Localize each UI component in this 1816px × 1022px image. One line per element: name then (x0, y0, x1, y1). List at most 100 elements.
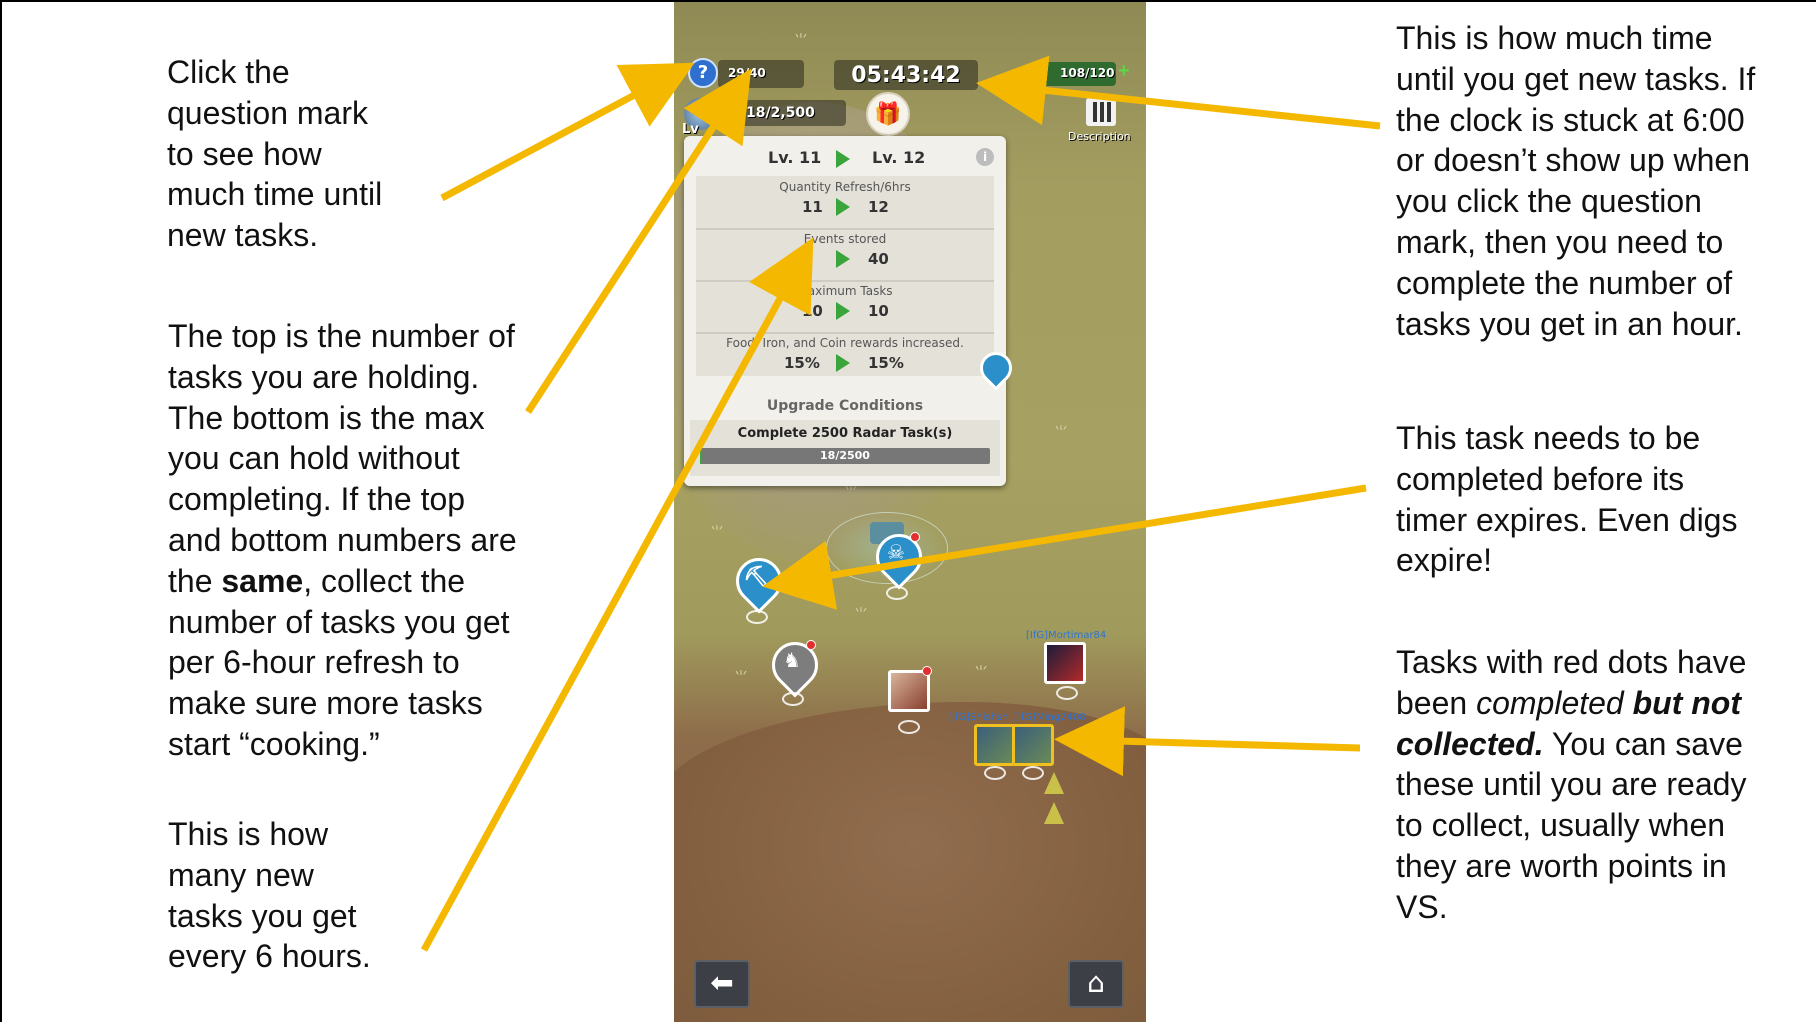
annotation-line: collected. You can save (1396, 724, 1746, 765)
annotation-question-mark: Click the question mark to see how much … (167, 52, 382, 256)
player-task-card[interactable] (974, 724, 1016, 766)
pin-ring (1056, 686, 1078, 700)
annotation-italic-text: completed (1476, 684, 1624, 721)
energy-counter: 108/120 (1060, 66, 1115, 80)
annotation-line: complete the number of (1396, 264, 1733, 301)
question-mark-button[interactable]: ? (688, 58, 718, 88)
annotation-line: they are worth points in (1396, 847, 1727, 884)
annotation-red-dots: Tasks with red dots have been completed … (1396, 642, 1746, 928)
annotation-new-tasks: This is how many new tasks you get every… (168, 814, 371, 977)
stat-from: 10 (802, 302, 823, 320)
plus-icon[interactable]: + (1118, 60, 1130, 83)
annotation-bold-italic-text: collected. (1396, 725, 1544, 762)
annotation-line: been completed but not (1396, 683, 1746, 724)
shrub-decoration: ⺌ (710, 524, 724, 540)
radar-progress-text: 18/2,500 (746, 105, 815, 121)
arrow-right-icon (836, 354, 850, 372)
game-screenshot: ⺌ ⺌ ⺌ ⺌ ⺌ ⺌ ⺌ ? 29/40 05:43:42 108/120 ⚡… (674, 2, 1146, 1022)
description-icon[interactable] (1086, 98, 1116, 126)
arrow-right-icon (836, 302, 850, 320)
hero-task-card[interactable] (888, 670, 930, 712)
arrow-right-icon (836, 150, 850, 168)
red-dot-indicator (806, 640, 816, 650)
pin-ring (782, 692, 804, 706)
shrub-decoration: ⺌ (974, 664, 988, 680)
annotation-timer: This is how much time until you get new … (1396, 18, 1755, 344)
pin-ring (746, 610, 768, 624)
annotation-bold-italic-text: but not (1623, 684, 1741, 721)
stat-label: Quantity Refresh/6hrs (779, 180, 911, 194)
description-label[interactable]: Description (1068, 130, 1131, 143)
tree-decoration (1044, 802, 1064, 824)
annotation-line: VS. (1396, 888, 1448, 925)
condition-progress-text: 18/2500 (820, 449, 870, 462)
pin-ring (1022, 766, 1044, 780)
annotation-line: to collect, usually when (1396, 807, 1726, 844)
pin-ring (984, 766, 1006, 780)
annotation-line: tasks you get (168, 897, 357, 934)
annotation-line: every 6 hours. (168, 938, 371, 975)
annotation-line: timer expires. Even digs (1396, 501, 1738, 538)
player-name-label: [IfG]Mortimar84 (1026, 630, 1107, 641)
pin-ring (898, 720, 920, 734)
shrub-decoration: ⺌ (854, 606, 868, 622)
home-button[interactable]: ⌂ (1068, 960, 1124, 1008)
annotation-line: you click the question (1396, 183, 1702, 220)
annotation-line: start “cooking.” (168, 725, 380, 762)
arrow-to-question-mark (440, 62, 695, 202)
annotation-line: This task needs to be (1396, 420, 1701, 456)
timer-bar: 05:43:42 (834, 60, 978, 90)
divider (696, 280, 994, 282)
annotation-line: new tasks. (167, 217, 319, 254)
stat-label: Events stored (803, 232, 887, 246)
stat-to: 12 (868, 198, 889, 216)
stat-to: 15% (868, 354, 904, 372)
info-icon[interactable]: i (976, 148, 994, 166)
lightning-icon: ⚡ (1026, 58, 1043, 85)
annotation-line: mark, then you need to (1396, 223, 1724, 260)
tree-decoration (1044, 772, 1064, 794)
shrub-decoration: ⺌ (734, 669, 748, 685)
annotation-text: , collect the (303, 562, 466, 599)
annotation-line: The top is the number of (168, 318, 515, 354)
annotation-line: This is how (168, 816, 329, 852)
annotation-line: these until you are ready (1396, 766, 1747, 803)
annotation-text: been (1396, 684, 1477, 721)
energy-bar: 108/120 (1032, 62, 1116, 86)
annotation-line: and bottom numbers are (168, 521, 517, 558)
annotation-line: tasks you get in an hour. (1396, 305, 1743, 342)
gift-icon[interactable]: 🎁 (866, 92, 910, 136)
skull-icon: ☠ (887, 540, 905, 564)
from-level: Lv. 11 (768, 148, 822, 167)
level-label: Lv (682, 122, 699, 137)
stat-to: 10 (868, 302, 889, 320)
held-tasks-counter: 29/40 (728, 66, 766, 80)
upgrade-conditions-title: Upgrade Conditions (766, 398, 924, 414)
pin-ring (886, 586, 908, 600)
annotation-line: you can hold without (168, 440, 460, 477)
stat-label: Food, Iron, and Coin rewards increased. (726, 336, 964, 350)
frame-border-left (0, 0, 2, 1022)
annotation-line: per 6-hour refresh to (168, 644, 460, 681)
radar-progress-bar: 18/2,500 (734, 100, 846, 126)
pickaxe-icon: ⛏ (743, 564, 769, 588)
horse-icon: ♞ (783, 648, 801, 672)
player-task-card[interactable] (1012, 724, 1054, 766)
radar-level-panel: Lv. 11 Lv. 12 i Quantity Refresh/6hrs 11… (684, 136, 1006, 486)
annotation-line: until you get new tasks. If (1396, 60, 1756, 97)
shrub-decoration: ⺌ (1054, 424, 1068, 440)
annotation-bold-text: same (221, 562, 304, 599)
back-button[interactable]: ⬅ (694, 960, 750, 1008)
annotation-line: completed before its (1396, 460, 1685, 497)
annotation-line: or doesn’t show up when (1396, 142, 1750, 179)
annotation-line: tasks you are holding. (168, 358, 480, 395)
player-task-card[interactable] (1044, 642, 1086, 684)
level-header: Lv. 11 Lv. 12 i (684, 144, 1006, 172)
stat-from: 11 (802, 198, 823, 216)
annotation-line: expire! (1396, 542, 1493, 579)
divider (696, 332, 994, 334)
annotation-line: completing. If the top (168, 481, 466, 518)
divider (696, 228, 994, 230)
annotation-line: the clock is stuck at 6:00 (1396, 101, 1745, 138)
annotation-line: Click the (167, 54, 290, 90)
